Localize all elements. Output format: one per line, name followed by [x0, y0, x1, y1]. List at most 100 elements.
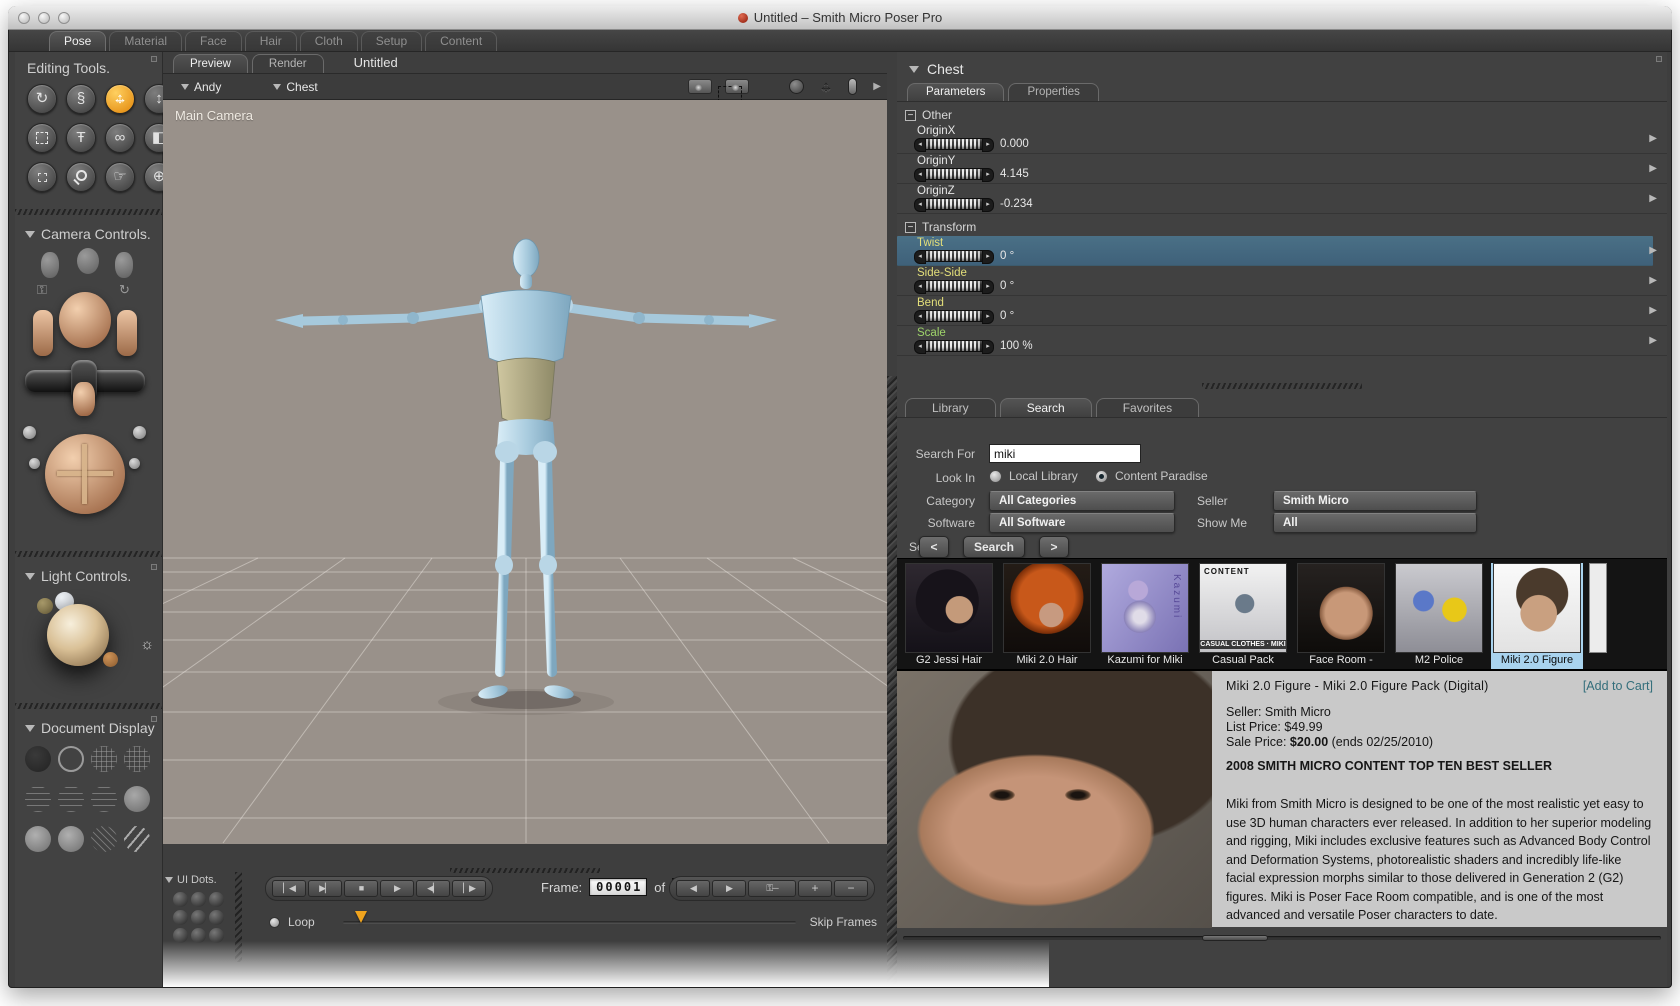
ui-dot[interactable]: [191, 928, 206, 943]
result-thumbnail[interactable]: Kazumi: [1101, 563, 1189, 653]
param-dial[interactable]: [914, 198, 994, 212]
collapse-box-icon[interactable]: −: [905, 221, 916, 233]
camera-hand-left-icon[interactable]: [41, 252, 59, 278]
twist-tool-icon[interactable]: §: [66, 84, 96, 114]
panel-divider[interactable]: [15, 208, 162, 216]
param-menu-arrow-icon[interactable]: ▶: [1649, 335, 1657, 346]
display-flat-shaded-icon[interactable]: [124, 786, 150, 812]
param-menu-arrow-icon[interactable]: ▶: [1649, 133, 1657, 144]
radio-content-paradise[interactable]: Content Paradise: [1095, 469, 1208, 483]
prev-key-button[interactable]: ◀: [676, 880, 710, 897]
tab-favorites[interactable]: Favorites: [1095, 398, 1200, 417]
ui-dot[interactable]: [173, 928, 188, 943]
step-forward-button[interactable]: ▏▶: [452, 880, 486, 897]
display-preview-icon[interactable]: [124, 826, 150, 852]
radio-local-library[interactable]: Local Library: [989, 469, 1078, 483]
display-silhouette-icon[interactable]: [25, 746, 51, 772]
grouping-tool-icon[interactable]: [27, 162, 57, 192]
tab-parameters[interactable]: Parameters: [907, 83, 1005, 101]
collapse-box-icon[interactable]: −: [905, 109, 916, 121]
param-value[interactable]: 4.145: [1000, 168, 1029, 180]
result-thumbnail[interactable]: [1003, 563, 1091, 653]
step-back-button[interactable]: ◀▏: [416, 880, 450, 897]
playhead-marker[interactable]: [354, 910, 367, 923]
light-indicator-icon[interactable]: [848, 78, 857, 95]
result-item[interactable]: Face Room -: [1295, 563, 1387, 669]
display-smooth-lined-icon[interactable]: [58, 826, 84, 852]
search-button[interactable]: Search: [963, 536, 1025, 558]
seller-dropdown[interactable]: Smith Micro: [1273, 491, 1477, 511]
light-controls-graphic[interactable]: ☼: [15, 590, 162, 700]
tab-render[interactable]: Render: [251, 54, 324, 73]
posing-hand-left-icon[interactable]: [33, 310, 53, 356]
add-key-button[interactable]: +: [798, 880, 832, 897]
panel-options-icon[interactable]: [1656, 56, 1662, 62]
display-lit-wireframe-icon[interactable]: [58, 786, 84, 812]
result-item[interactable]: Kazumi Kazumi for Miki: [1099, 563, 1191, 669]
result-item[interactable]: CONTENT CASUAL CLOTHES · MIKI Casual Pac…: [1197, 563, 1289, 669]
tab-cloth[interactable]: Cloth: [299, 31, 358, 51]
param-dial[interactable]: [914, 310, 994, 324]
collapse-arrow-icon[interactable]: [25, 230, 35, 238]
next-key-button[interactable]: ▶: [712, 880, 746, 897]
trackball-mini-icon[interactable]: [789, 79, 804, 94]
search-input[interactable]: [989, 444, 1141, 463]
result-thumbnail[interactable]: [1589, 563, 1607, 653]
rotate-camera-icon[interactable]: ↻: [119, 282, 130, 298]
scrollbar-track[interactable]: [903, 936, 1661, 940]
panel-options-icon[interactable]: [151, 716, 157, 722]
param-value[interactable]: 0 °: [1000, 280, 1014, 292]
display-outline-icon[interactable]: [58, 746, 84, 772]
param-menu-arrow-icon[interactable]: ▶: [1649, 193, 1657, 204]
taper-tool-icon[interactable]: Ŧ: [66, 123, 96, 153]
morphing-tool-icon[interactable]: ☞: [105, 162, 135, 192]
add-to-cart-link[interactable]: [Add to Cart]: [1583, 679, 1653, 693]
more-controls-arrow-icon[interactable]: ▶: [873, 81, 881, 92]
posing-hand-right-icon[interactable]: [117, 310, 137, 356]
collapse-arrow-icon[interactable]: [25, 572, 35, 580]
display-wireframe-icon[interactable]: [91, 746, 117, 772]
result-thumbnail[interactable]: [1395, 563, 1483, 653]
camera-hand-right-icon[interactable]: [115, 252, 133, 278]
collapse-arrow-icon[interactable]: [25, 724, 35, 732]
ui-dot[interactable]: [191, 892, 206, 907]
radio-icon[interactable]: [989, 470, 1002, 483]
body-part-dropdown[interactable]: Chest: [273, 80, 318, 94]
light-orb-icon[interactable]: [37, 598, 53, 614]
panel-options-icon[interactable]: [151, 564, 157, 570]
display-flat-lined-icon[interactable]: [91, 786, 117, 812]
camera-view-icon[interactable]: [688, 79, 712, 94]
display-sketched-icon[interactable]: [124, 746, 150, 772]
result-item-selected[interactable]: Miki 2.0 Figure: [1491, 563, 1583, 669]
category-dropdown[interactable]: All Categories: [989, 491, 1175, 511]
show-me-dropdown[interactable]: All: [1273, 513, 1477, 533]
camera-orb-icon[interactable]: [129, 458, 140, 469]
view-magnifier-tool-icon[interactable]: [66, 162, 96, 192]
param-dial[interactable]: [914, 168, 994, 182]
prev-page-button[interactable]: <: [919, 536, 949, 558]
param-value[interactable]: -0.234: [1000, 198, 1033, 210]
param-menu-arrow-icon[interactable]: ▶: [1649, 305, 1657, 316]
tab-hair[interactable]: Hair: [244, 31, 297, 51]
display-smooth-shaded-icon[interactable]: [25, 826, 51, 852]
collapse-arrow-icon[interactable]: [165, 877, 173, 883]
camera-select-icon[interactable]: [718, 79, 749, 102]
ui-dot[interactable]: [209, 910, 224, 925]
param-dial[interactable]: [914, 138, 994, 152]
ui-dot[interactable]: [191, 910, 206, 925]
tab-setup[interactable]: Setup: [360, 31, 423, 51]
tab-content[interactable]: Content: [425, 31, 498, 51]
chain-break-tool-icon[interactable]: ∞: [105, 123, 135, 153]
param-value[interactable]: 0 °: [1000, 250, 1014, 262]
software-dropdown[interactable]: All Software: [989, 513, 1175, 533]
delete-key-button[interactable]: −: [834, 880, 868, 897]
collapse-arrow-icon[interactable]: [909, 65, 919, 73]
panel-divider[interactable]: [897, 382, 1667, 390]
move-camera-icon[interactable]: ↔ ↕: [817, 78, 835, 96]
panel-divider[interactable]: [15, 550, 162, 558]
panel-divider[interactable]: [15, 702, 162, 710]
panel-divider[interactable]: [235, 872, 242, 962]
result-item[interactable]: M2 Police: [1393, 563, 1485, 669]
param-dial[interactable]: [914, 340, 994, 354]
panel-options-icon[interactable]: [151, 56, 157, 62]
